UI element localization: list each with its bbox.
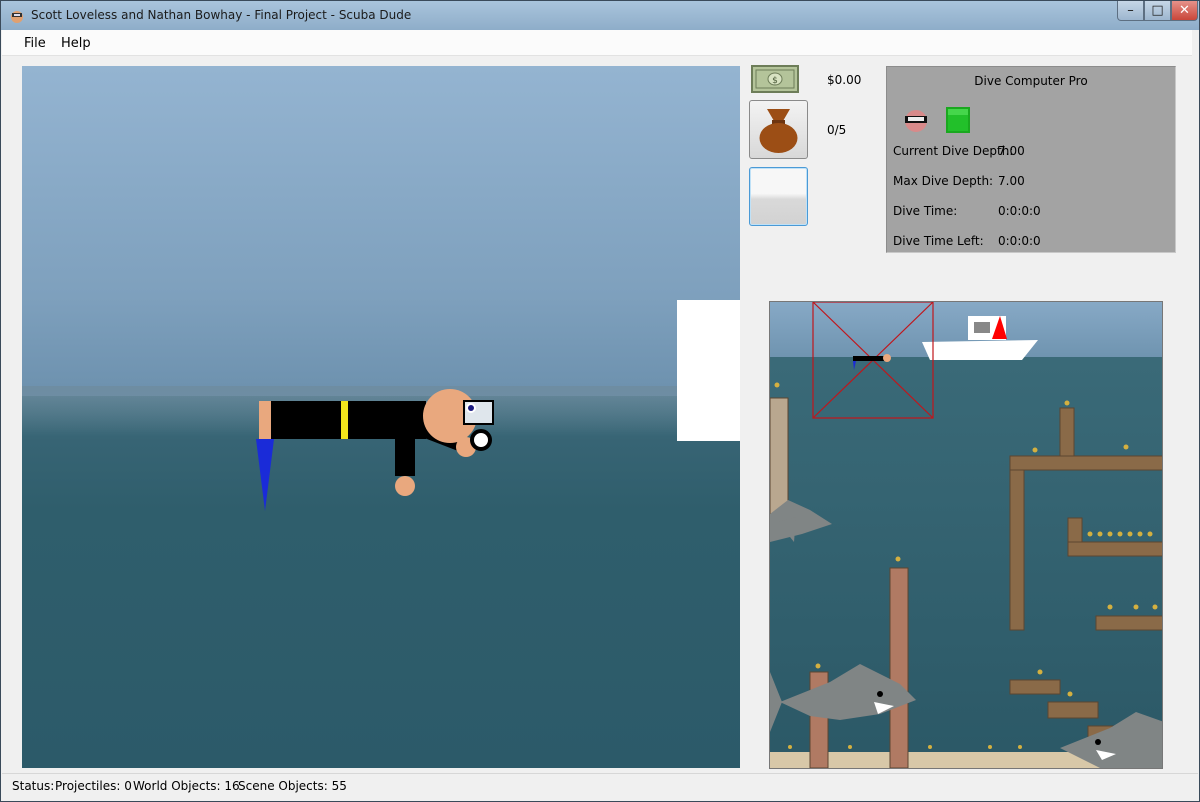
status-bar: Status: Projectiles: 0 World Objects: 16… — [2, 773, 1198, 801]
empty-item-slot[interactable] — [749, 167, 808, 226]
diver-hand — [395, 476, 415, 496]
diver-regulator — [470, 429, 492, 451]
app-window: Scott Loveless and Nathan Bowhay - Final… — [0, 0, 1200, 802]
svg-text:$: $ — [772, 76, 778, 86]
scene-objects-count: Scene Objects: 55 — [238, 779, 347, 793]
maximize-button[interactable]: □ — [1144, 1, 1171, 21]
world-minimap[interactable] — [769, 301, 1163, 769]
dive-time-value: 0:0:0:0 — [998, 204, 1041, 218]
menu-help[interactable]: Help — [61, 36, 91, 51]
minimize-button[interactable]: – — [1117, 1, 1144, 21]
minimap-scene — [770, 302, 1162, 768]
menu-bar: File Help — [2, 30, 1192, 56]
status-label: Status: — [12, 779, 55, 793]
dive-time-left-label: Dive Time Left: — [893, 234, 984, 248]
dive-time-left-value: 0:0:0:0 — [998, 234, 1041, 248]
max-depth-value: 7.00 — [998, 174, 1025, 188]
air-tank-icon — [946, 107, 970, 133]
diver-upper-arm — [395, 436, 415, 476]
max-depth-label: Max Dive Depth: — [893, 174, 994, 188]
cash-value: $0.00 — [827, 73, 862, 87]
close-button[interactable]: ✕ — [1171, 1, 1198, 21]
world-objects-count: World Objects: 16 — [133, 779, 240, 793]
dive-computer-panel: Dive Computer Pro Current Dive Depth: 7.… — [886, 66, 1176, 253]
dive-time-label: Dive Time: — [893, 204, 958, 218]
window-title: Scott Loveless and Nathan Bowhay - Final… — [31, 8, 412, 22]
current-depth-label: Current Dive Depth: — [893, 144, 1014, 158]
scuba-dude-app-icon — [11, 11, 23, 23]
projectiles-count: Projectiles: 0 — [55, 779, 132, 793]
dollar-bill-icon: $ — [751, 65, 799, 93]
bag-count: 0/5 — [827, 123, 847, 137]
game-viewport[interactable] — [22, 66, 740, 768]
current-depth-value: 7.00 — [998, 144, 1025, 158]
diver-fin — [256, 439, 274, 511]
treasure-bag-icon — [759, 109, 798, 153]
diver-stripe — [341, 401, 348, 439]
title-bar[interactable]: Scott Loveless and Nathan Bowhay - Final… — [1, 1, 1199, 30]
menu-file[interactable]: File — [24, 36, 46, 51]
scuba-diver — [256, 389, 494, 511]
diver-torso — [271, 401, 426, 439]
diver-foot — [259, 401, 272, 439]
diver-pupil — [468, 405, 474, 411]
treasure-bag-button[interactable] — [749, 100, 808, 159]
dive-mask-icon — [905, 110, 927, 132]
dive-computer-title: Dive Computer Pro — [974, 74, 1088, 88]
